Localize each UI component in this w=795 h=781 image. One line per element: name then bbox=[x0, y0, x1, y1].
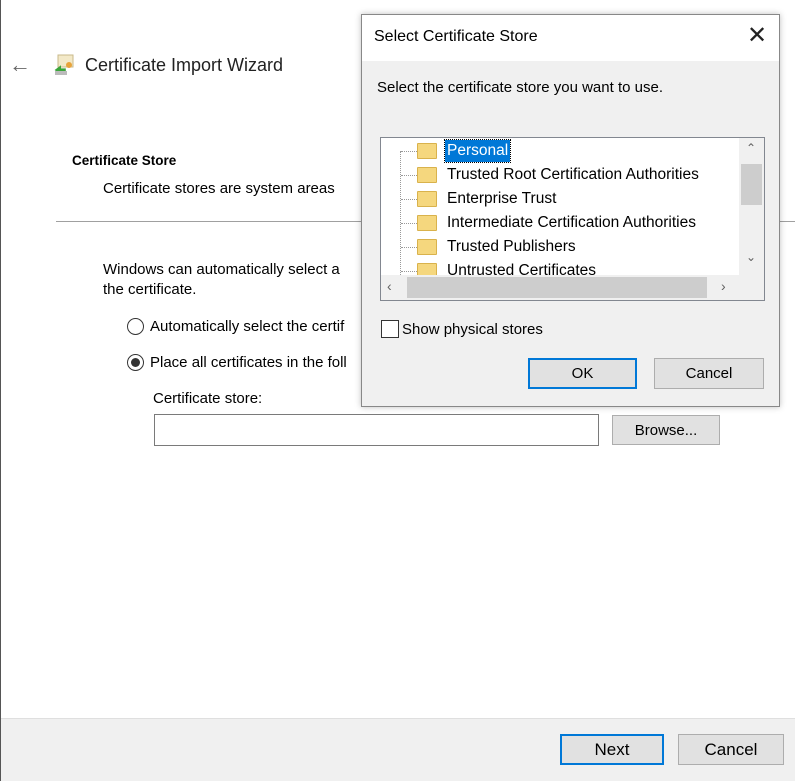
tree-line bbox=[401, 271, 417, 272]
scroll-up-icon[interactable]: ⌃ bbox=[746, 141, 756, 155]
store-item-trusted-publishers[interactable]: Trusted Publishers bbox=[445, 236, 578, 258]
scroll-thumb[interactable] bbox=[741, 164, 762, 205]
radio-place-all[interactable] bbox=[127, 354, 144, 371]
vertical-scrollbar[interactable]: ⌃ ⌄ bbox=[739, 138, 764, 275]
folder-icon bbox=[417, 143, 437, 159]
radio-place-all-label[interactable]: Place all certificates in the foll bbox=[150, 354, 347, 371]
hscroll-thumb[interactable] bbox=[407, 277, 707, 298]
section-description: Certificate stores are system areas bbox=[103, 180, 335, 197]
show-physical-checkbox[interactable] bbox=[381, 320, 399, 338]
folder-icon bbox=[417, 167, 437, 183]
store-tree[interactable]: Personal Trusted Root Certification Auth… bbox=[380, 137, 765, 301]
scroll-down-icon[interactable]: ⌄ bbox=[746, 250, 756, 264]
certificate-store-label: Certificate store: bbox=[153, 390, 263, 407]
tree-line bbox=[401, 223, 417, 224]
close-icon[interactable]: ✕ bbox=[747, 23, 767, 49]
dialog-cancel-button[interactable]: Cancel bbox=[654, 358, 764, 389]
scroll-right-icon[interactable]: › bbox=[721, 278, 726, 294]
folder-icon bbox=[417, 215, 437, 231]
folder-icon bbox=[417, 191, 437, 207]
tree-line bbox=[401, 199, 417, 200]
certificate-wizard-icon bbox=[53, 54, 75, 76]
radio-auto-select[interactable] bbox=[127, 318, 144, 335]
dialog-title-bar: Select Certificate Store ✕ bbox=[362, 15, 779, 61]
horizontal-scrollbar[interactable]: ‹ › bbox=[381, 275, 764, 300]
ok-button[interactable]: OK bbox=[528, 358, 637, 389]
dialog-title: Select Certificate Store bbox=[374, 28, 538, 45]
scroll-left-icon[interactable]: ‹ bbox=[387, 278, 392, 294]
show-physical-label[interactable]: Show physical stores bbox=[402, 321, 543, 338]
cancel-button[interactable]: Cancel bbox=[678, 734, 784, 765]
footer bbox=[1, 718, 795, 781]
browse-button[interactable]: Browse... bbox=[612, 415, 720, 445]
section-title: Certificate Store bbox=[72, 153, 177, 168]
store-item-personal[interactable]: Personal bbox=[443, 139, 512, 163]
back-arrow-icon[interactable]: ← bbox=[9, 52, 31, 78]
tree-line bbox=[401, 151, 417, 152]
auto-select-text: Windows can automatically select a bbox=[103, 261, 340, 278]
tree-line bbox=[401, 175, 417, 176]
store-item-enterprise-trust[interactable]: Enterprise Trust bbox=[445, 188, 558, 210]
store-item-trusted-root[interactable]: Trusted Root Certification Authorities bbox=[445, 164, 701, 186]
auto-select-text-2: the certificate. bbox=[103, 281, 197, 298]
tree-line bbox=[401, 247, 417, 248]
select-certificate-store-dialog: Select Certificate Store ✕ Select the ce… bbox=[361, 14, 780, 407]
certificate-store-input[interactable] bbox=[154, 414, 599, 446]
radio-auto-select-label[interactable]: Automatically select the certif bbox=[150, 318, 344, 335]
store-item-intermediate[interactable]: Intermediate Certification Authorities bbox=[445, 212, 698, 234]
folder-icon bbox=[417, 239, 437, 255]
next-button[interactable]: Next bbox=[560, 734, 664, 765]
wizard-title: Certificate Import Wizard bbox=[85, 55, 284, 75]
dialog-prompt: Select the certificate store you want to… bbox=[377, 79, 663, 96]
